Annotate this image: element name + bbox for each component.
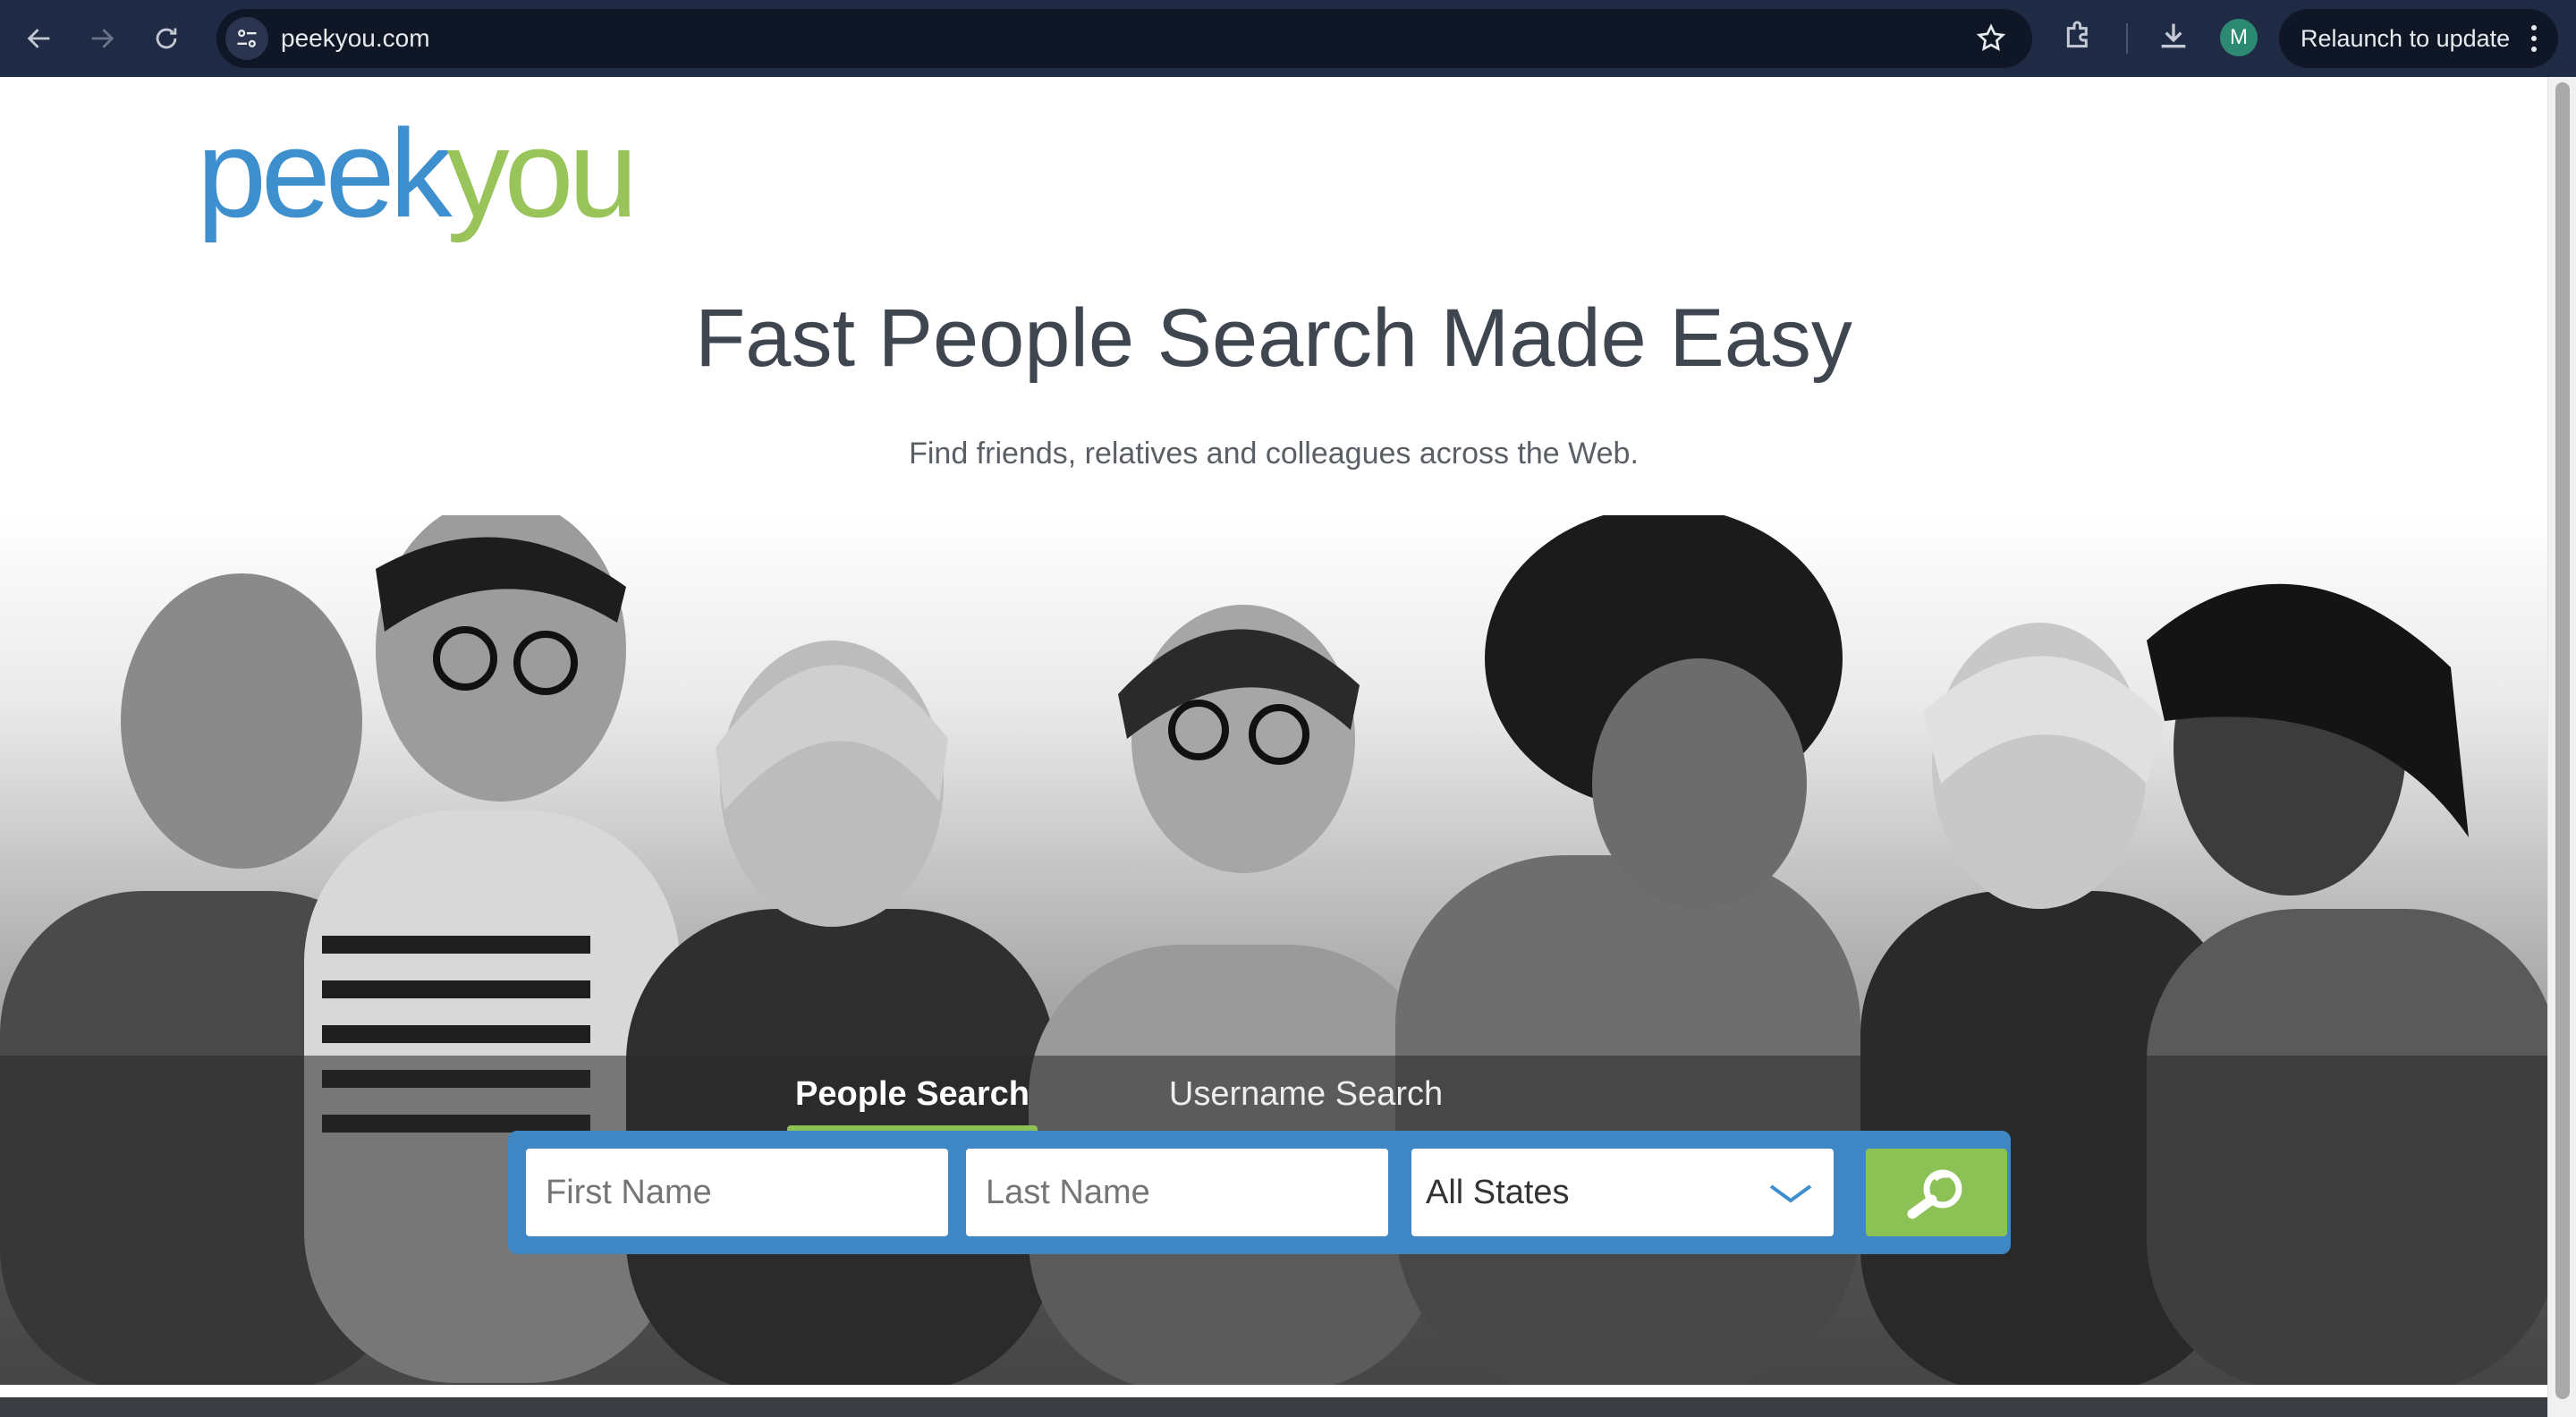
arrow-left-icon [27, 29, 50, 48]
search-button[interactable] [1866, 1149, 2007, 1236]
relaunch-label: Relaunch to update [2301, 25, 2511, 52]
tab-people-search[interactable]: People Search [787, 1061, 1038, 1134]
toolbar-divider [2126, 23, 2128, 54]
relaunch-button[interactable]: Relaunch to update [2279, 9, 2558, 68]
profile-avatar[interactable]: M [2220, 19, 2258, 56]
tab-username-search[interactable]: Username Search [1163, 1061, 1449, 1127]
site-info-button[interactable] [225, 17, 268, 60]
page-scrollbar[interactable] [2547, 77, 2576, 1417]
kebab-icon[interactable] [2531, 25, 2537, 52]
page-title: Fast People Search Made Easy [695, 293, 1852, 384]
forward-button[interactable] [82, 19, 122, 58]
reload-icon [156, 28, 177, 49]
state-select[interactable]: All States [1411, 1149, 1834, 1236]
chevron-down-icon [1769, 1184, 1812, 1203]
arrow-right-icon [91, 29, 114, 48]
page-viewport: peekyou Fast People Search Made Easy Fin… [0, 77, 2547, 1417]
page-subtitle: Find friends, relatives and colleagues a… [909, 437, 1639, 471]
puzzle-icon[interactable] [2061, 18, 2097, 54]
browser-toolbar: peekyou.com M Relaunch to update [0, 0, 2576, 77]
reload-button[interactable] [147, 19, 186, 58]
first-name-input[interactable] [526, 1149, 948, 1236]
star-icon[interactable] [1975, 22, 2007, 55]
state-select-value: All States [1426, 1174, 1570, 1211]
people-search-form: All States [508, 1131, 2011, 1254]
scrollbar-thumb[interactable] [2555, 82, 2570, 1399]
download-icon[interactable] [2156, 18, 2191, 54]
tune-icon [237, 30, 257, 47]
peekyou-logo[interactable]: peekyou [197, 111, 638, 236]
address-bar[interactable]: peekyou.com [216, 9, 2032, 68]
url-text[interactable]: peekyou.com [281, 9, 430, 68]
footer-bar [0, 1397, 2547, 1417]
last-name-input[interactable] [966, 1149, 1388, 1236]
magnifier-icon [1907, 1169, 1962, 1219]
back-button[interactable] [20, 19, 59, 58]
